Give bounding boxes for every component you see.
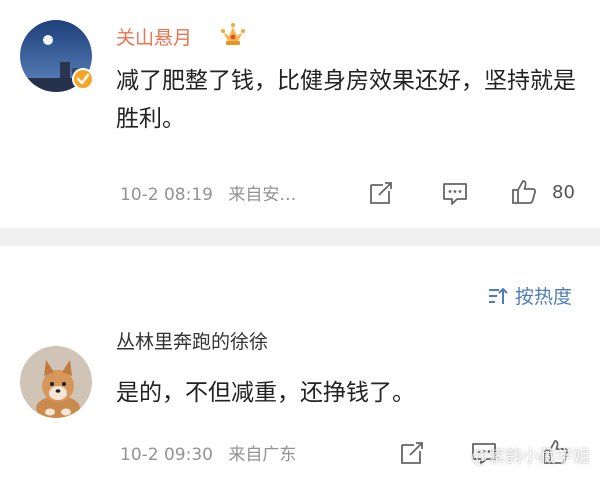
comment-location: 来自安… bbox=[228, 185, 297, 205]
comment-meta: 10-2 09:30 来自广东 bbox=[120, 440, 296, 465]
username[interactable]: 关山悬月 bbox=[116, 26, 192, 50]
comment-location: 来自广东 bbox=[228, 445, 297, 465]
sort-label: 按热度 bbox=[514, 286, 572, 308]
comment-time: 10-2 09:30 bbox=[120, 445, 213, 465]
repost-icon[interactable] bbox=[398, 439, 426, 467]
repost-icon[interactable] bbox=[367, 179, 395, 207]
comment-text: 减了肥整了钱，比健身房效果还好，坚持就是胜利。 bbox=[116, 68, 576, 132]
username[interactable]: 丛林里奔跑的徐徐 bbox=[116, 330, 268, 354]
weibo-comment-page: 关山悬月 减了肥整了钱，比健身房效果还好，坚持就是胜利。 10-2 08:19 … bbox=[0, 0, 600, 481]
comment-meta: 10-2 08:19 来自安… bbox=[120, 180, 296, 205]
like-count: 80 bbox=[552, 182, 575, 203]
comment-time: 10-2 08:19 bbox=[120, 185, 213, 205]
sort-icon bbox=[488, 287, 508, 304]
comment-text: 是的，不但减重，还挣钱了。 bbox=[116, 380, 415, 406]
verified-badge-icon bbox=[72, 68, 94, 90]
watermark: @紫韵小藏学姐 bbox=[471, 442, 590, 467]
comment-icon[interactable] bbox=[441, 179, 469, 207]
avatar[interactable] bbox=[20, 20, 94, 92]
watermark-text: @紫韵小藏学姐 bbox=[471, 447, 590, 467]
vip-crown-icon bbox=[221, 23, 245, 45]
sort-by-heat-button[interactable]: 按热度 bbox=[487, 282, 572, 309]
like-icon[interactable] bbox=[510, 178, 538, 206]
section-divider bbox=[0, 228, 600, 246]
comment-item: 关山悬月 减了肥整了钱，比健身房效果还好，坚持就是胜利。 10-2 08:19 … bbox=[0, 0, 600, 228]
